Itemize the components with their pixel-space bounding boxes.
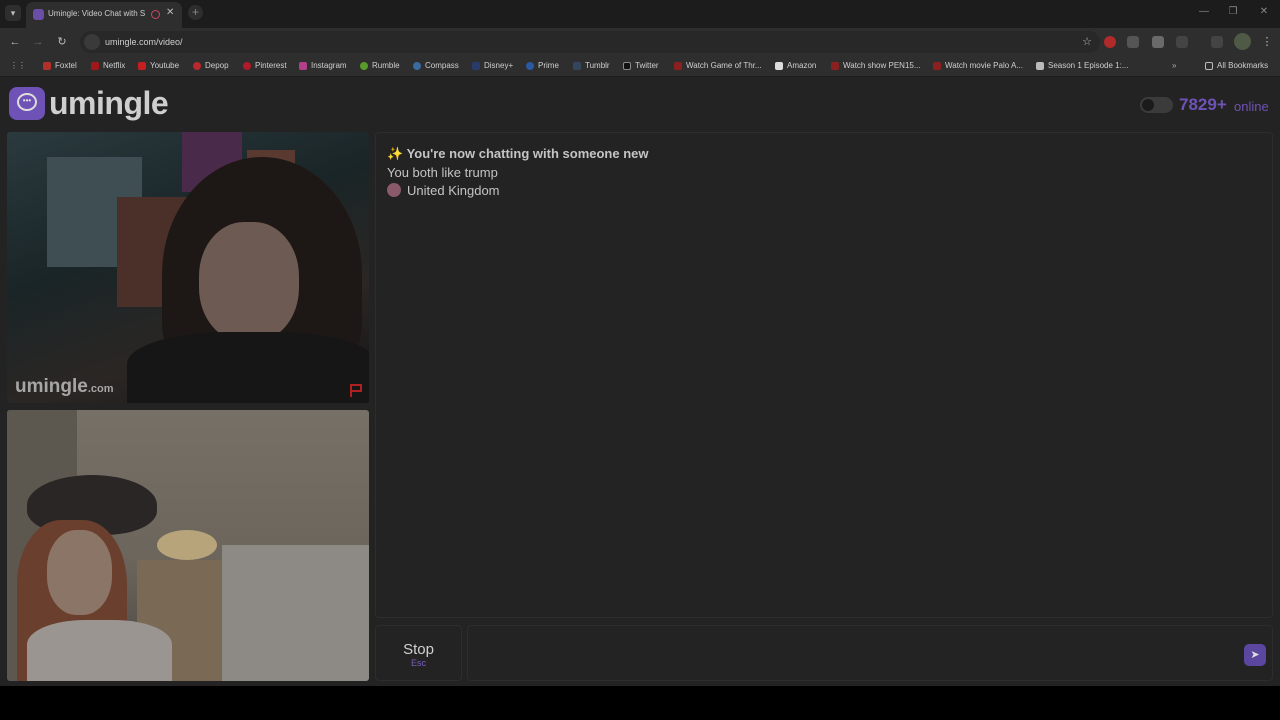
lamp-glow xyxy=(157,530,217,560)
bookmarks-bar: ⋮⋮ Foxtel Netflix Youtube Depop Pinteres… xyxy=(0,56,1280,77)
pinterest-icon xyxy=(243,61,251,70)
minimize-icon[interactable]: — xyxy=(1192,6,1216,17)
stranger-video: umingle.com xyxy=(7,132,369,403)
site-icon xyxy=(831,61,839,70)
amazon-icon xyxy=(775,61,783,70)
toggle-knob xyxy=(1142,99,1154,111)
tab-search-icon[interactable]: ▾ xyxy=(5,5,21,21)
netflix-icon xyxy=(91,61,99,70)
person-shirt xyxy=(127,332,369,403)
extension-red-icon[interactable] xyxy=(1104,36,1116,48)
bookmark-youtube[interactable]: Youtube xyxy=(138,61,179,70)
bookmark-twitter[interactable]: Twitter xyxy=(623,61,659,70)
video-watermark: umingle.com xyxy=(15,376,114,397)
bookmark-pinterest[interactable]: Pinterest xyxy=(243,61,287,70)
bookmark-pen15[interactable]: Watch show PEN15... xyxy=(831,61,921,70)
site-icon xyxy=(1036,61,1044,70)
reload-icon[interactable]: ↻ xyxy=(54,34,70,50)
report-flag-icon[interactable] xyxy=(348,382,364,398)
chat-common-interest: You both like trump xyxy=(387,165,498,180)
chat-log: ✨ You're now chatting with someone new Y… xyxy=(375,132,1273,618)
browser-menu-icon[interactable]: ⋮ xyxy=(1259,34,1275,50)
person-face xyxy=(199,222,299,342)
all-bookmarks[interactable]: All Bookmarks xyxy=(1205,61,1268,70)
online-label: online xyxy=(1234,99,1269,114)
site-icon xyxy=(933,61,941,70)
stop-button[interactable]: Stop Esc xyxy=(375,625,462,681)
umingle-page: ••• umingle 7829+ online umingle.com ✨ Y… xyxy=(0,78,1280,686)
folder-icon xyxy=(1205,61,1213,70)
disney-icon xyxy=(472,61,480,70)
send-icon[interactable]: ➤ xyxy=(1244,644,1266,666)
browser-toolbar: ← → ↻ umingle.com/video/ ☆ ⋮ xyxy=(0,28,1280,56)
close-window-icon[interactable]: ✕ xyxy=(1252,6,1276,17)
bookmark-compass[interactable]: Compass xyxy=(413,61,459,70)
site-info-icon[interactable] xyxy=(84,34,100,50)
youtube-icon xyxy=(138,61,146,70)
message-input[interactable]: ➤ xyxy=(467,625,1273,681)
bookmark-tumblr[interactable]: Tumblr xyxy=(573,61,610,70)
compass-icon xyxy=(413,61,421,70)
person-shirt xyxy=(27,620,172,681)
bookmark-rumble[interactable]: Rumble xyxy=(360,61,400,70)
restore-icon[interactable]: ❐ xyxy=(1221,6,1245,17)
tab-strip: ▾ Umingle: Video Chat with S ✕ + — ❐ ✕ xyxy=(0,0,1280,28)
bookmark-amazon[interactable]: Amazon xyxy=(775,61,816,70)
forward-icon[interactable]: → xyxy=(30,34,46,50)
tab-title: Umingle: Video Chat with S xyxy=(48,9,146,18)
foxtel-icon xyxy=(43,61,51,70)
depop-icon xyxy=(193,61,201,70)
umingle-favicon-icon xyxy=(33,9,44,20)
bookmark-instagram[interactable]: Instagram xyxy=(299,61,347,70)
person-face xyxy=(47,530,112,615)
x-icon xyxy=(623,61,631,70)
new-tab-button[interactable]: + xyxy=(188,5,203,20)
tab-close-icon[interactable]: ✕ xyxy=(166,7,174,18)
uk-flag-icon xyxy=(387,183,401,197)
bookmark-season-1[interactable]: Season 1 Episode 1:... xyxy=(1036,61,1129,70)
site-icon xyxy=(674,61,682,70)
bookmark-foxtel[interactable]: Foxtel xyxy=(43,61,77,70)
bed xyxy=(222,545,369,681)
bookmark-star-icon[interactable]: ☆ xyxy=(1082,35,1092,48)
prime-icon xyxy=(526,61,534,70)
instagram-icon xyxy=(299,61,307,70)
stop-label: Stop xyxy=(403,641,434,658)
browser-window: ▾ Umingle: Video Chat with S ✕ + — ❐ ✕ ←… xyxy=(0,0,1280,686)
url-text: umingle.com/video/ xyxy=(105,37,183,47)
rumble-icon xyxy=(360,61,368,70)
online-count: 7829+ xyxy=(1179,95,1227,114)
chat-country: United Kingdom xyxy=(387,183,500,198)
recording-icon xyxy=(151,10,160,19)
bookmark-disney[interactable]: Disney+ xyxy=(472,61,513,70)
tumblr-icon xyxy=(573,61,581,70)
back-icon[interactable]: ← xyxy=(7,34,23,50)
extension-gamepad-icon[interactable] xyxy=(1127,36,1139,48)
bookmark-netflix[interactable]: Netflix xyxy=(91,61,125,70)
self-video xyxy=(7,410,369,681)
bookmark-depop[interactable]: Depop xyxy=(193,61,229,70)
logo-text[interactable]: umingle xyxy=(49,85,169,122)
apps-icon[interactable]: ⋮⋮ xyxy=(10,61,26,70)
profile-avatar[interactable] xyxy=(1234,33,1251,50)
more-bookmarks-icon[interactable]: » xyxy=(1172,61,1176,70)
extension-grey-icon[interactable] xyxy=(1152,36,1164,48)
bookmark-prime[interactable]: Prime xyxy=(526,61,559,70)
tab-umingle[interactable]: Umingle: Video Chat with S ✕ xyxy=(26,2,182,28)
media-controls-icon[interactable] xyxy=(1211,36,1223,48)
bookmark-palo-alto[interactable]: Watch movie Palo A... xyxy=(933,61,1023,70)
address-bar[interactable]: umingle.com/video/ ☆ xyxy=(80,31,1100,53)
chat-status-message: ✨ You're now chatting with someone new xyxy=(387,146,649,161)
bookmark-game-of-thrones[interactable]: Watch Game of Thr... xyxy=(674,61,762,70)
umingle-logo-icon[interactable]: ••• xyxy=(9,87,45,120)
stop-shortcut: Esc xyxy=(410,658,426,668)
extensions-puzzle-icon[interactable] xyxy=(1176,36,1188,48)
theme-toggle[interactable] xyxy=(1140,97,1173,113)
